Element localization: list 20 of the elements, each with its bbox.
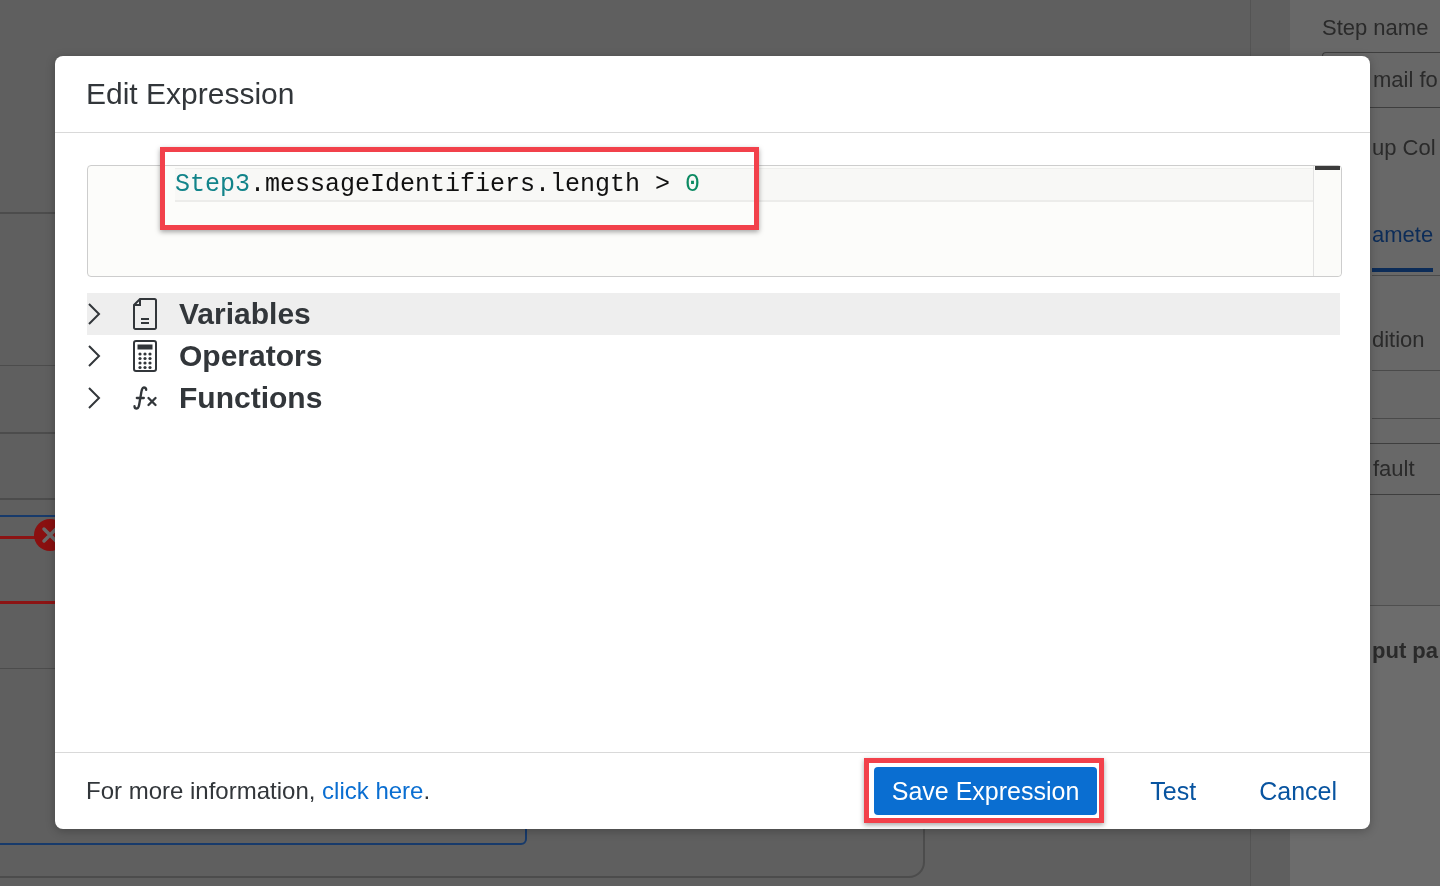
condition-label: dition <box>1372 326 1425 354</box>
section-title: put pa <box>1372 637 1438 665</box>
step-name-label: Step name <box>1322 14 1429 42</box>
save-button[interactable]: Save Expression <box>873 767 1098 815</box>
info-text: For more information, click here. <box>86 777 431 805</box>
group-label: up Col <box>1372 134 1436 162</box>
chevron-icon[interactable] <box>87 344 101 368</box>
dialog-title: Edit Expression <box>86 77 295 111</box>
chevron-icon[interactable] <box>87 302 101 326</box>
document-icon <box>133 298 157 330</box>
help-link[interactable]: click here <box>322 777 424 804</box>
text-button[interactable]: Test <box>1140 767 1207 815</box>
chevron-icon[interactable] <box>87 386 101 410</box>
calculator-icon <box>133 340 157 372</box>
code-editor[interactable]: Step3.messageIdentifiers.length > 0 <box>87 165 1342 277</box>
scrollbar-thumb[interactable] <box>1315 166 1340 170</box>
function-icon <box>131 383 159 413</box>
text-button[interactable]: Cancel <box>1249 767 1347 815</box>
scrollbar[interactable] <box>1313 166 1341 276</box>
tree-item[interactable]: Variables <box>87 293 1340 335</box>
